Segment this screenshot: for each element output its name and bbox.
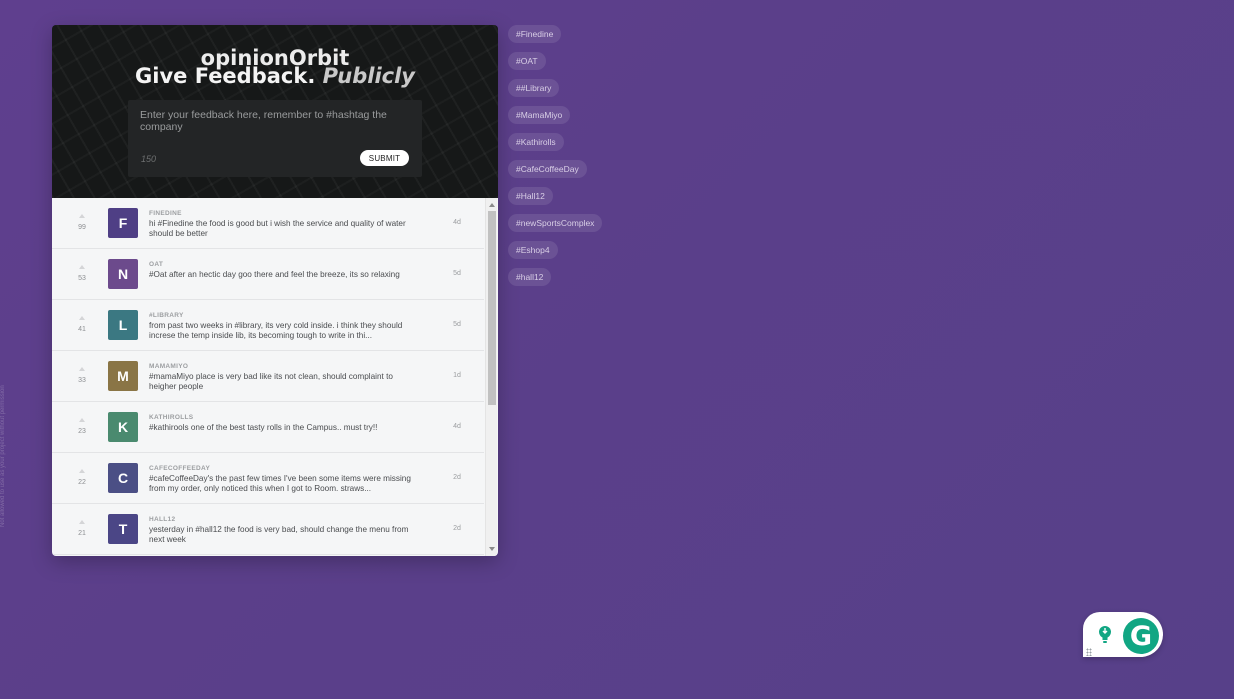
- feedback-text: #mamaMiyo place is very bad like its not…: [149, 372, 393, 391]
- upvote-arrow-icon[interactable]: [79, 367, 85, 372]
- company-avatar: C: [108, 463, 138, 493]
- scroll-down-arrow-icon[interactable]: [489, 546, 495, 552]
- feedback-text: yesterday in #hall12 the food is very ba…: [149, 525, 409, 544]
- feedback-age: 2d: [453, 474, 461, 481]
- hashtag-chip[interactable]: #newSportsComplex: [508, 214, 603, 232]
- hashtag-chip[interactable]: #hall12: [508, 268, 552, 286]
- hashtag-chip[interactable]: #CafeCoffeeDay: [508, 160, 587, 178]
- feedback-age: 5d: [453, 270, 461, 277]
- tagline-main: Give Feedback.: [135, 64, 316, 88]
- upvote-arrow-icon[interactable]: [79, 469, 85, 474]
- upvote-arrow-icon[interactable]: [79, 520, 85, 525]
- upvote-count: 23: [78, 428, 86, 435]
- hashtag-chip[interactable]: #Finedine: [508, 25, 562, 43]
- company-name: #LIBRARY: [149, 312, 184, 319]
- lightbulb-icon[interactable]: [1097, 625, 1113, 645]
- feedback-item[interactable]: 33 M MAMAMIYO #mamaMiyo place is very bad l…: [52, 351, 484, 402]
- company-avatar: L: [108, 310, 138, 340]
- feedback-age: 1d: [453, 372, 461, 379]
- scrollbar[interactable]: [485, 198, 497, 556]
- scroll-up-arrow-icon[interactable]: [489, 202, 495, 208]
- hashtag-list: #Finedine #OAT ##Library #MamaMiyo #Kathirol…: [508, 25, 603, 295]
- feedback-text: from past two weeks in #library, its ver…: [149, 321, 403, 340]
- company-name: MAMAMIYO: [149, 363, 189, 370]
- company-avatar: T: [108, 514, 138, 544]
- company-avatar: K: [108, 412, 138, 442]
- upvote-arrow-icon[interactable]: [79, 418, 85, 423]
- upvote-arrow-icon[interactable]: [79, 214, 85, 219]
- feedback-text: #kathirools one of the best tasty rolls …: [149, 423, 378, 432]
- upvote-arrow-icon[interactable]: [79, 265, 85, 270]
- upvote-count: 21: [78, 530, 86, 537]
- scrollbar-thumb[interactable]: [488, 211, 496, 405]
- feedback-age: 4d: [453, 219, 461, 226]
- hashtag-chip[interactable]: ##Library: [508, 79, 560, 97]
- upvote-count: 33: [78, 377, 86, 384]
- company-name: OAT: [149, 261, 164, 268]
- side-note: Not allowed to use as your project witho…: [0, 385, 6, 527]
- feedback-list: 99 F FINEDINE hi #Finedine the food is good…: [52, 198, 498, 556]
- grammarly-widget[interactable]: G: [1083, 612, 1163, 657]
- company-name: CAFECOFFEEDAY: [149, 465, 211, 472]
- hashtag-chip[interactable]: #Kathirolls: [508, 133, 564, 151]
- feedback-item[interactable]: 41 L #LIBRARY from past two weeks in #libra…: [52, 300, 484, 351]
- upvote-count: 99: [78, 224, 86, 231]
- company-name: HALL12: [149, 516, 176, 523]
- company-avatar: N: [108, 259, 138, 289]
- feedback-item[interactable]: 21 T HALL12 yesterday in #hall12 the food i…: [52, 504, 484, 555]
- feedback-item[interactable]: 22 C CAFECOFFEEDAY #cafeCoffeeDay's the pas…: [52, 453, 484, 504]
- company-avatar: F: [108, 208, 138, 238]
- upvote-arrow-icon[interactable]: [79, 316, 85, 321]
- feedback-item[interactable]: 99 F FINEDINE hi #Finedine the food is good…: [52, 198, 484, 249]
- feedback-input[interactable]: [140, 109, 406, 141]
- company-name: KATHIROLLS: [149, 414, 194, 421]
- feedback-form: 150 SUBMIT: [128, 100, 422, 177]
- drag-handle-icon[interactable]: [1086, 648, 1092, 656]
- hashtag-chip[interactable]: #Hall12: [508, 187, 553, 205]
- feedback-item[interactable]: 53 N OAT #Oat after an hectic day goo there…: [52, 249, 484, 300]
- feedback-age: 4d: [453, 423, 461, 430]
- company-avatar: M: [108, 361, 138, 391]
- char-counter: 150: [141, 154, 157, 164]
- submit-button[interactable]: SUBMIT: [360, 150, 409, 166]
- tagline-emphasis: Publicly: [322, 64, 415, 88]
- feedback-text: #cafeCoffeeDay's the past few times I've…: [149, 474, 411, 493]
- feedback-app: opinionOrbit Give Feedback. Publicly 150…: [52, 25, 498, 556]
- feedback-age: 2d: [453, 525, 461, 532]
- feedback-text: #Oat after an hectic day goo there and f…: [149, 270, 400, 279]
- hashtag-chip[interactable]: #OAT: [508, 52, 546, 70]
- header: opinionOrbit Give Feedback. Publicly 150…: [52, 25, 498, 198]
- tagline: Give Feedback. Publicly: [52, 63, 498, 89]
- upvote-count: 41: [78, 326, 86, 333]
- hashtag-chip[interactable]: #Eshop4: [508, 241, 558, 259]
- feedback-item[interactable]: 23 K KATHIROLLS #kathirools one of the best…: [52, 402, 484, 453]
- feedback-age: 5d: [453, 321, 461, 328]
- grammarly-logo[interactable]: G: [1123, 618, 1159, 654]
- hashtag-chip[interactable]: #MamaMiyo: [508, 106, 571, 124]
- upvote-count: 22: [78, 479, 86, 486]
- upvote-count: 53: [78, 275, 86, 282]
- feedback-text: hi #Finedine the food is good but i wish…: [149, 219, 406, 238]
- company-name: FINEDINE: [149, 210, 182, 217]
